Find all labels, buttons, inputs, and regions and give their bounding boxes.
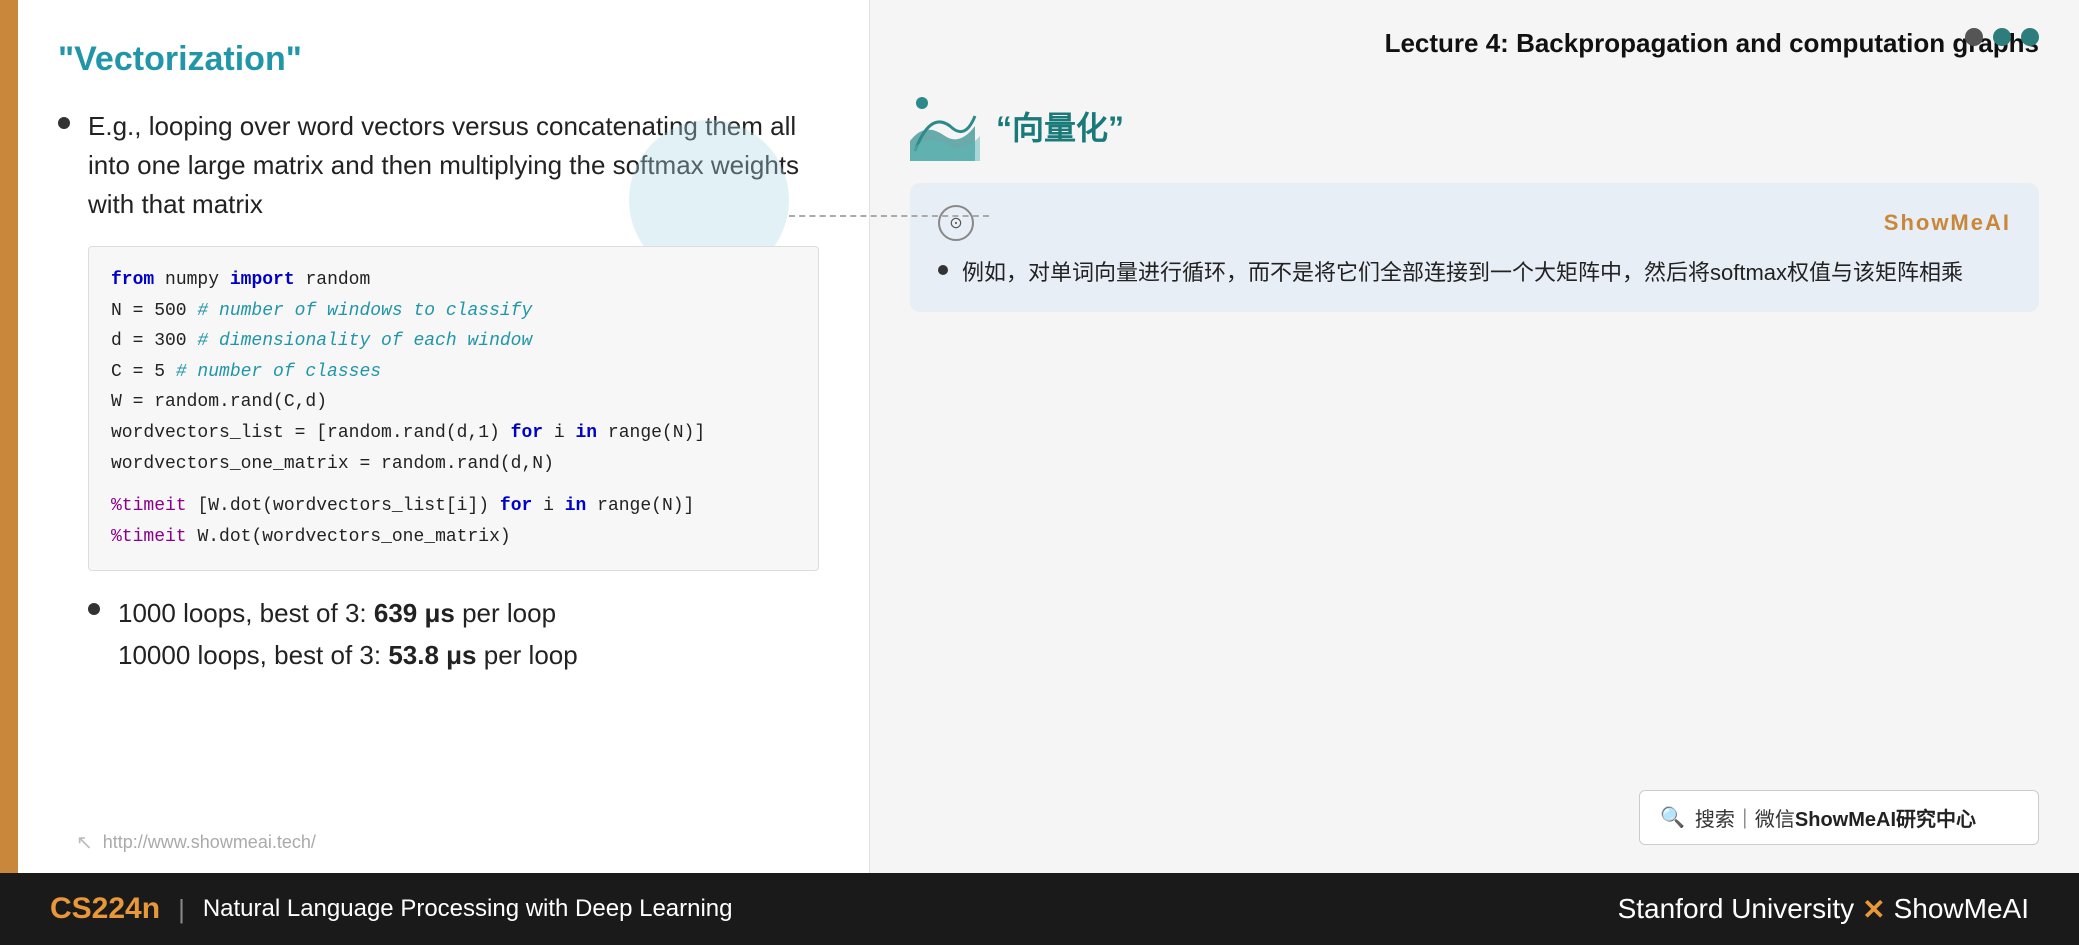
bottom-divider: | [178,894,185,925]
cn-title-text: “向量化” [996,103,1124,149]
search-icon: 🔍 [1660,805,1685,830]
code-kw-from: from [111,270,154,290]
trans-header: ⊙ ShowMeAI [938,205,2011,241]
code-line-4: C = 5 # number of classes [111,357,796,388]
slide-content: "Vectorization" E.g., looping over word … [18,0,869,873]
search-brand: ShowMeAI研究中心 [1795,803,1976,832]
perf-section: 1000 loops, best of 3: 639 μs per loop 1… [88,593,819,676]
slide-title: "Vectorization" [58,40,819,79]
course-name: Natural Language Processing with Deep Le… [203,895,733,923]
perf2-normal: 10000 loops, best of 3: [118,640,388,670]
x-separator: ✕ [1862,893,1885,926]
search-text: 搜索｜微信 [1695,803,1795,832]
course-code: CS224n [50,892,160,926]
perf2-end: per loop [484,640,578,670]
stanford-text: Stanford University [1618,893,1855,925]
perf1-bold: 639 μs [374,598,455,628]
footer-url: http://www.showmeai.tech/ [103,832,316,853]
perf-bullet-dot [88,603,100,615]
cursor-icon: ↖ [76,830,93,855]
cn-title-section: “向量化” [910,91,2039,161]
showmeai-text: ShowMeAI [1894,893,2029,925]
slide-left-bar [0,0,18,873]
cn-icon-decoration [910,91,980,161]
perf-line-2: 10000 loops, best of 3: 53.8 μs per loop [118,635,578,677]
perf-line-1: 1000 loops, best of 3: 639 μs per loop [118,593,578,635]
bottom-left: CS224n | Natural Language Processing wit… [50,892,733,926]
code-line-1: from numpy import random [111,265,796,296]
code-line-8: %timeit [W.dot(wordvectors_list[i]) for … [111,491,796,522]
slide-panel: "Vectorization" E.g., looping over word … [0,0,870,873]
perf-bullet: 1000 loops, best of 3: 639 μs per loop 1… [88,593,819,676]
lecture-title: Lecture 4: Backpropagation and computati… [910,20,2039,59]
code-line-9: %timeit W.dot(wordvectors_one_matrix) [111,522,796,553]
showmeai-label: ShowMeAI [1884,210,2011,236]
nav-dot-3[interactable] [2021,28,2039,46]
code-line-7: wordvectors_one_matrix = random.rand(d,N… [111,449,796,480]
trans-bullet-dot [938,265,948,275]
nav-dot-1[interactable] [1965,28,1983,46]
translation-box: ⊙ ShowMeAI 例如，对单词向量进行循环，而不是将它们全部连接到一个大矩阵… [910,183,2039,312]
bullet-dot [58,117,70,129]
nav-dot-2[interactable] [1993,28,2011,46]
trans-text: 例如，对单词向量进行循环，而不是将它们全部连接到一个大矩阵中，然后将softma… [962,255,1963,290]
perf1-normal: 1000 loops, best of 3: [118,598,374,628]
perf1-end: per loop [462,598,556,628]
code-line-3: d = 300 # dimensionality of each window [111,326,796,357]
ai-icon: ⊙ [938,205,974,241]
code-kw-import: import [230,270,295,290]
code-block: from numpy import random N = 500 # numbe… [88,246,819,571]
code-line-2: N = 500 # number of windows to classify [111,296,796,327]
nav-dots [1965,28,2039,46]
trans-bullet: 例如，对单词向量进行循环，而不是将它们全部连接到一个大矩阵中，然后将softma… [938,255,2011,290]
search-bar[interactable]: 🔍 搜索｜微信 ShowMeAI研究中心 [1639,790,2039,845]
code-line-5: W = random.rand(C,d) [111,387,796,418]
bottom-bar: CS224n | Natural Language Processing wit… [0,873,2079,945]
dashed-line-decoration [789,215,989,217]
code-line-6: wordvectors_list = [random.rand(d,1) for… [111,418,796,449]
perf2-bold: 53.8 μs [388,640,476,670]
right-panel: Lecture 4: Backpropagation and computati… [870,0,2079,873]
main-content: "Vectorization" E.g., looping over word … [0,0,2079,873]
bottom-right: Stanford University ✕ ShowMeAI [1618,893,2029,926]
slide-footer: ↖ http://www.showmeai.tech/ [76,830,316,855]
